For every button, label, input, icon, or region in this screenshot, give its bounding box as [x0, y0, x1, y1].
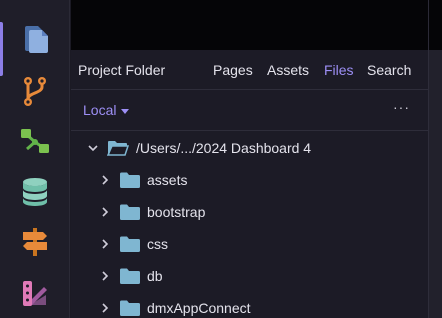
tree-root-label: /Users/.../2024 Dashboard 4	[136, 140, 312, 156]
tree-item-dmxappconnect[interactable]: dmxAppConnect	[71, 292, 428, 318]
top-bar	[71, 0, 442, 50]
activity-item-routing[interactable]	[0, 217, 70, 267]
chevron-down-icon	[86, 141, 100, 155]
tree-item-assets[interactable]: assets	[71, 164, 428, 196]
flow-tree-icon	[21, 129, 49, 153]
activity-bar	[0, 0, 70, 318]
tab-assets[interactable]: Assets	[267, 62, 309, 78]
tree-item-label: bootstrap	[147, 204, 206, 220]
chevron-right-icon	[98, 269, 112, 283]
caret-down-icon	[121, 108, 130, 114]
tree-item-label: dmxAppConnect	[147, 300, 251, 316]
folder-icon	[120, 236, 140, 252]
activity-item-git[interactable]	[0, 66, 70, 116]
folder-icon	[120, 268, 140, 284]
adjacent-panel-edge	[428, 50, 442, 318]
activity-item-flow[interactable]	[0, 117, 70, 167]
folder-icon	[120, 172, 140, 188]
tree-item-db[interactable]: db	[71, 260, 428, 292]
tree-item-label: assets	[147, 172, 188, 188]
more-options-button[interactable]: ···	[393, 99, 410, 115]
tree-root-row[interactable]: /Users/.../2024 Dashboard 4	[71, 132, 428, 164]
activity-item-database[interactable]	[0, 167, 70, 217]
top-bar-divider	[428, 0, 429, 50]
signpost-icon	[23, 228, 47, 256]
location-select[interactable]: Local	[83, 102, 130, 118]
database-icon	[23, 178, 47, 206]
project-folder-panel: Project Folder Pages Assets Files Search…	[71, 50, 428, 318]
activity-item-pages[interactable]	[0, 14, 70, 76]
files-toolbar: Local ···	[71, 91, 428, 131]
design-palette-icon	[23, 281, 47, 306]
folder-open-icon	[107, 141, 129, 156]
chevron-right-icon	[98, 173, 112, 187]
tree-item-css[interactable]: css	[71, 228, 428, 260]
panel-title: Project Folder	[78, 62, 166, 78]
chevron-right-icon	[98, 205, 112, 219]
folder-icon	[120, 204, 140, 220]
chevron-right-icon	[98, 237, 112, 251]
pages-icon	[25, 26, 48, 53]
chevron-right-icon	[98, 301, 112, 315]
tree-item-label: db	[147, 268, 163, 284]
tab-files[interactable]: Files	[324, 62, 354, 78]
activity-item-design[interactable]	[0, 268, 70, 318]
location-select-label: Local	[83, 102, 117, 118]
folder-icon	[120, 300, 140, 316]
tab-search[interactable]: Search	[367, 62, 411, 78]
tab-pages[interactable]: Pages	[213, 62, 253, 78]
tree-item-label: css	[147, 236, 168, 252]
panel-tabs-bar: Project Folder Pages Assets Files Search	[71, 50, 428, 90]
git-branch-icon	[24, 77, 46, 106]
tree-item-bootstrap[interactable]: bootstrap	[71, 196, 428, 228]
